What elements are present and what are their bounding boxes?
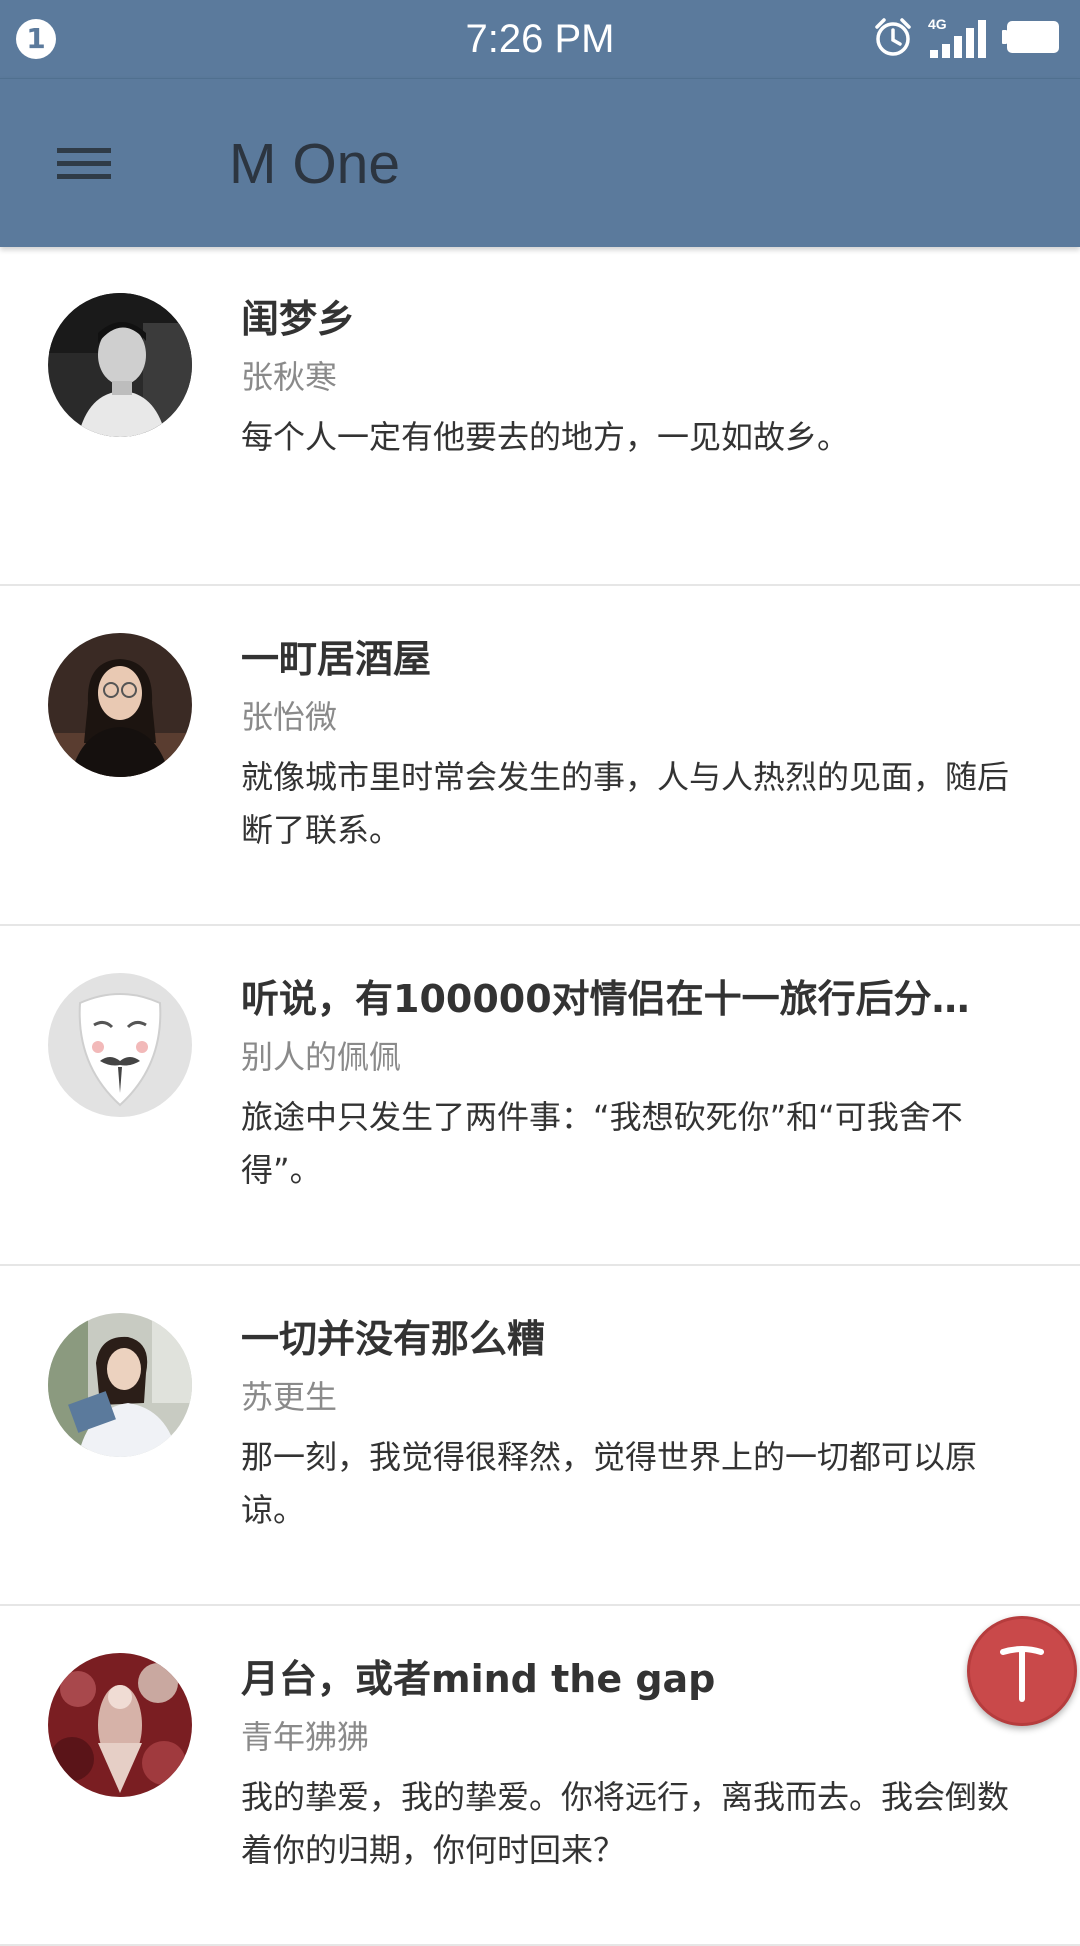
avatar <box>48 973 192 1117</box>
app-title: M One <box>229 132 401 196</box>
avatar <box>48 633 192 777</box>
article-item[interactable]: 月台，或者mind the gap 青年狒狒 我的挚爱，我的挚爱。你将远行，离我… <box>0 1606 1080 1946</box>
article-author: 张秋寒 <box>241 358 338 396</box>
article-text: 一町居酒屋 张怡微 就像城市里时常会发生的事，人与人热烈的见面，随后断了联系。 <box>241 634 1011 857</box>
article-author: 青年狒狒 <box>241 1718 370 1756</box>
alarm-icon <box>872 16 914 62</box>
hamburger-menu-icon[interactable] <box>44 131 124 195</box>
article-excerpt: 旅途中只发生了两件事：“我想砍死你”和“可我舍不得”。 <box>241 1098 963 1189</box>
article-title: 一切并没有那么糟 <box>241 1317 546 1361</box>
article-author: 张怡微 <box>241 698 338 736</box>
article-title: 闺梦乡 <box>241 297 356 341</box>
article-excerpt: 我的挚爱，我的挚爱。你将远行，离我而去。我会倒数着你的归期，你何时回来？ <box>241 1778 1010 1869</box>
article-text: 听说，有100000对情侣在十一旅行后分… 别人的佩佩 旅途中只发生了两件事：“… <box>241 974 1011 1197</box>
article-text: 一切并没有那么糟 苏更生 那一刻，我觉得很释然，觉得世界上的一切都可以原谅。 <box>241 1314 1011 1537</box>
avatar <box>48 293 192 437</box>
article-excerpt: 就像城市里时常会发生的事，人与人热烈的见面，随后断了联系。 <box>241 758 1010 849</box>
app-bar: M One <box>0 78 1080 247</box>
status-bar: 1 7:26 PM 4G <box>0 0 1080 78</box>
article-text: 月台，或者mind the gap 青年狒狒 我的挚爱，我的挚爱。你将远行，离我… <box>241 1654 1011 1877</box>
article-title: 听说，有100000对情侣在十一旅行后分… <box>241 977 970 1021</box>
avatar <box>48 1313 192 1457</box>
signal-icon: 4G <box>928 16 988 60</box>
article-item[interactable]: 闺梦乡 张秋寒 每个人一定有他要去的地方，一见如故乡。 <box>0 246 1080 586</box>
avatar <box>48 1653 192 1797</box>
status-icons: 4G <box>872 16 1060 62</box>
article-excerpt: 那一刻，我觉得很释然，觉得世界上的一切都可以原谅。 <box>241 1438 978 1529</box>
article-author: 苏更生 <box>241 1378 338 1416</box>
article-title: 一町居酒屋 <box>241 637 432 681</box>
article-title: 月台，或者mind the gap <box>241 1657 716 1701</box>
article-item[interactable]: 一町居酒屋 张怡微 就像城市里时常会发生的事，人与人热烈的见面，随后断了联系。 <box>0 586 1080 926</box>
article-text: 闺梦乡 张秋寒 每个人一定有他要去的地方，一见如故乡。 <box>241 294 1011 464</box>
battery-icon <box>1002 19 1060 59</box>
article-item[interactable]: 听说，有100000对情侣在十一旅行后分… 别人的佩佩 旅途中只发生了两件事：“… <box>0 926 1080 1266</box>
article-item[interactable]: 一切并没有那么糟 苏更生 那一刻，我觉得很释然，觉得世界上的一切都可以原谅。 <box>0 1266 1080 1606</box>
article-list: 闺梦乡 张秋寒 每个人一定有他要去的地方，一见如故乡。 一町居酒屋 张怡微 就像… <box>0 246 1080 1946</box>
floating-action-button[interactable] <box>967 1616 1077 1726</box>
article-author: 别人的佩佩 <box>241 1038 402 1076</box>
article-excerpt: 每个人一定有他要去的地方，一见如故乡。 <box>241 418 850 456</box>
